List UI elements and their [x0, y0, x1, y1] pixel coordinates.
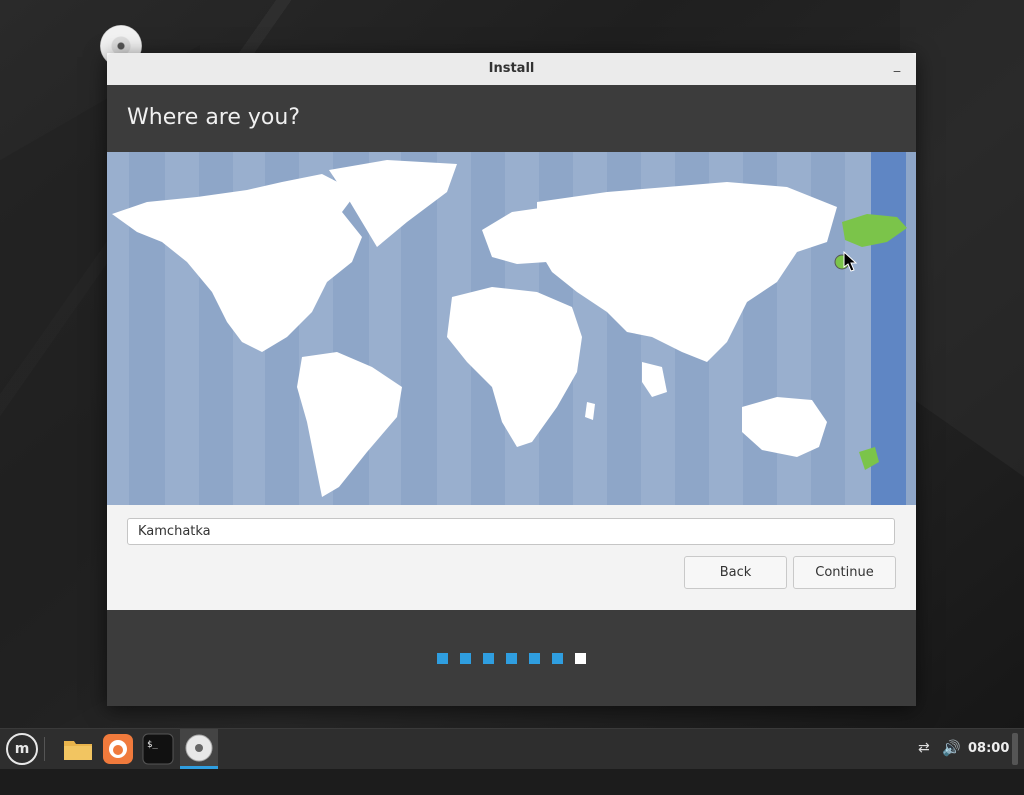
page-title: Where are you?: [127, 105, 300, 130]
title-bar[interactable]: Install _: [107, 53, 916, 86]
world-map-svg[interactable]: [107, 152, 916, 505]
network-icon[interactable]: ⇄: [918, 740, 936, 758]
show-desktop-button[interactable]: [1012, 733, 1018, 765]
timezone-input[interactable]: Kamchatka: [127, 518, 895, 545]
mint-logo-icon[interactable]: m: [6, 733, 38, 765]
svg-text:$_: $_: [147, 740, 158, 750]
install-window: Install _ Where are you? Kamchatka Back …: [107, 53, 916, 706]
page-header: Where are you?: [107, 85, 916, 152]
progress-dots: [437, 653, 586, 664]
installer-task-button[interactable]: [180, 729, 218, 769]
progress-dot: [483, 653, 494, 664]
clock[interactable]: 08:00: [968, 741, 1009, 756]
terminal-icon[interactable]: $_: [142, 733, 174, 765]
timezone-map[interactable]: [107, 152, 916, 505]
progress-dot: [529, 653, 540, 664]
progress-footer: [107, 610, 916, 706]
firefox-icon[interactable]: [102, 733, 134, 765]
progress-dot-current: [575, 653, 586, 664]
window-title: Install: [488, 61, 535, 76]
taskbar-separator: [44, 737, 45, 761]
back-button[interactable]: Back: [684, 556, 787, 589]
disc-icon: [185, 734, 213, 762]
progress-dot: [506, 653, 517, 664]
progress-dot: [552, 653, 563, 664]
continue-button[interactable]: Continue: [793, 556, 896, 589]
progress-dot: [437, 653, 448, 664]
folder-icon[interactable]: [62, 733, 94, 765]
progress-dot: [460, 653, 471, 664]
background-shape: [900, 0, 1024, 531]
taskbar: m $_ ⇄ 🔊 08:00: [0, 728, 1024, 769]
minimize-button[interactable]: _: [888, 59, 906, 77]
volume-icon[interactable]: 🔊: [942, 739, 961, 757]
